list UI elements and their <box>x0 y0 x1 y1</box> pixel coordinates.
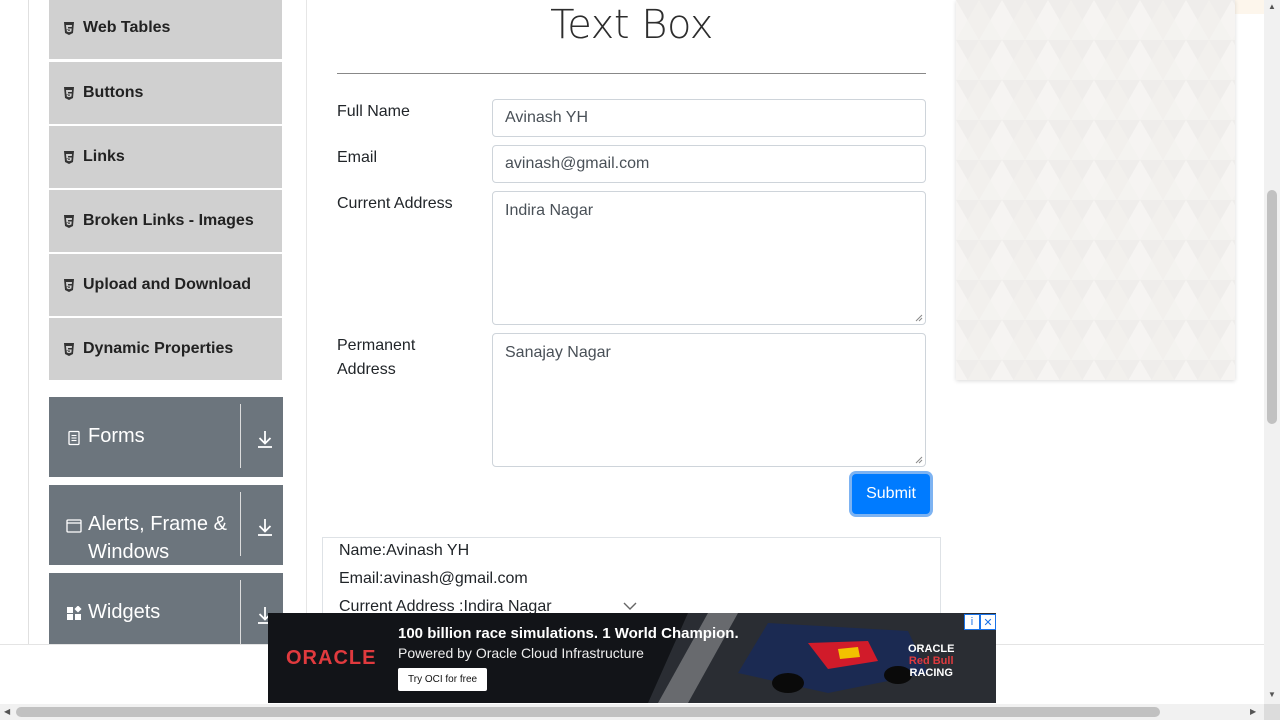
left-border <box>28 0 29 644</box>
ad-info-icon[interactable]: i <box>964 614 980 630</box>
sidebar-item-dynamic-properties[interactable]: Dynamic Properties <box>49 318 282 380</box>
group-widgets[interactable]: Widgets <box>49 573 283 653</box>
group-forms[interactable]: Forms <box>49 397 283 477</box>
group-label-line2: Windows <box>88 541 170 563</box>
output-name: Name:Avinash YH <box>339 542 470 559</box>
scroll-right-icon[interactable]: ▶ <box>1250 707 1256 716</box>
resize-handle-icon[interactable] <box>915 314 923 322</box>
current-address-value: Indira Nagar <box>505 202 594 219</box>
html5-icon <box>64 150 74 164</box>
ad-headline: 100 billion race simulations. 1 World Ch… <box>398 625 739 642</box>
scroll-down-icon[interactable]: ▼ <box>1268 690 1276 699</box>
sidebar-item-upload-download[interactable]: Upload and Download <box>49 254 282 316</box>
sidebar-item-label: Links <box>83 148 125 165</box>
download-arrow-icon[interactable] <box>256 517 274 537</box>
document-icon <box>68 430 80 446</box>
output-email: Email:avinash@gmail.com <box>339 570 528 587</box>
widgets-icon <box>67 606 82 620</box>
scroll-left-icon[interactable]: ◀ <box>4 707 10 716</box>
oracle-banner-ad[interactable]: ORACLE 100 billion race simulations. 1 W… <box>268 613 996 703</box>
horizontal-scroll-thumb[interactable] <box>16 707 1160 717</box>
permanent-address-label-line1: Permanent <box>337 337 416 354</box>
current-address-textarea[interactable]: Indira Nagar <box>492 191 926 325</box>
html5-icon <box>64 21 74 35</box>
sidebar-item-label: Broken Links - Images <box>83 212 254 229</box>
ad-subline: Powered by Oracle Cloud Infrastructure <box>398 645 644 661</box>
permanent-address-value: Sanajay Nagar <box>505 344 611 361</box>
vertical-scroll-thumb[interactable] <box>1267 190 1277 424</box>
ad-close-icon[interactable]: ✕ <box>980 614 996 630</box>
group-label: Alerts, Frame & <box>88 513 227 535</box>
brand2-bottom: RACING <box>909 667 953 679</box>
sidebar-item-broken-links[interactable]: Broken Links - Images <box>49 190 282 252</box>
ad-pattern <box>956 0 1235 380</box>
ad-controls: i ✕ <box>964 614 996 630</box>
group-alerts-frame-windows[interactable]: Alerts, Frame & Windows <box>49 485 283 565</box>
permanent-address-label-line2: Address <box>337 361 396 378</box>
scroll-up-icon[interactable]: ▲ <box>1268 2 1276 11</box>
html5-icon <box>64 214 74 228</box>
sidebar-item-links[interactable]: Links <box>49 126 282 188</box>
full-name-input[interactable]: Avinash YH <box>492 99 926 137</box>
oracle-logo: ORACLE <box>286 647 377 669</box>
submit-button[interactable]: Submit <box>852 474 930 514</box>
window-icon <box>66 519 82 533</box>
page-viewport: Web Tables Buttons Links Broken Links - … <box>0 0 1264 704</box>
horizontal-scrollbar[interactable]: ◀ ▶ <box>0 704 1264 720</box>
sidebar-item-label: Upload and Download <box>83 276 251 293</box>
html5-icon <box>64 342 74 356</box>
sidebar-item-label: Web Tables <box>83 19 171 36</box>
permanent-address-textarea[interactable]: Sanajay Nagar <box>492 333 926 467</box>
chevron-down-icon <box>623 602 637 610</box>
sidebar-item-label: Buttons <box>83 84 144 101</box>
brand2-mid: Red Bull <box>908 655 954 667</box>
permanent-address-label: Permanent Address <box>337 334 415 382</box>
group-divider <box>240 580 241 644</box>
email-label: Email <box>337 149 378 166</box>
resize-handle-icon[interactable] <box>915 456 923 464</box>
full-name-label: Full Name <box>337 103 410 120</box>
sidebar-item-buttons[interactable]: Buttons <box>49 62 282 124</box>
brand2-top: ORACLE <box>908 643 955 655</box>
group-divider <box>240 492 241 556</box>
vertical-scrollbar[interactable]: ▲ ▼ <box>1264 0 1280 704</box>
html5-icon <box>64 278 74 292</box>
download-arrow-icon[interactable] <box>256 429 274 449</box>
content-divider <box>306 0 307 644</box>
email-input[interactable]: avinash@gmail.com <box>492 145 926 183</box>
page-title: Text Box <box>550 2 713 48</box>
side-ad[interactable] <box>956 0 1235 380</box>
title-divider <box>337 73 926 74</box>
group-label: Forms <box>88 425 145 447</box>
html5-icon <box>64 86 74 100</box>
current-address-label: Current Address <box>337 195 453 212</box>
group-divider <box>240 404 241 468</box>
scrollbar-corner <box>1264 704 1280 720</box>
group-label: Widgets <box>88 601 161 623</box>
ad-cta-button[interactable]: Try OCI for free <box>398 668 488 691</box>
oracle-redbull-logo: ORACLE Red Bull RACING <box>908 643 954 679</box>
sidebar-item-web-tables[interactable]: Web Tables <box>49 0 282 59</box>
sidebar-item-label: Dynamic Properties <box>83 340 234 357</box>
